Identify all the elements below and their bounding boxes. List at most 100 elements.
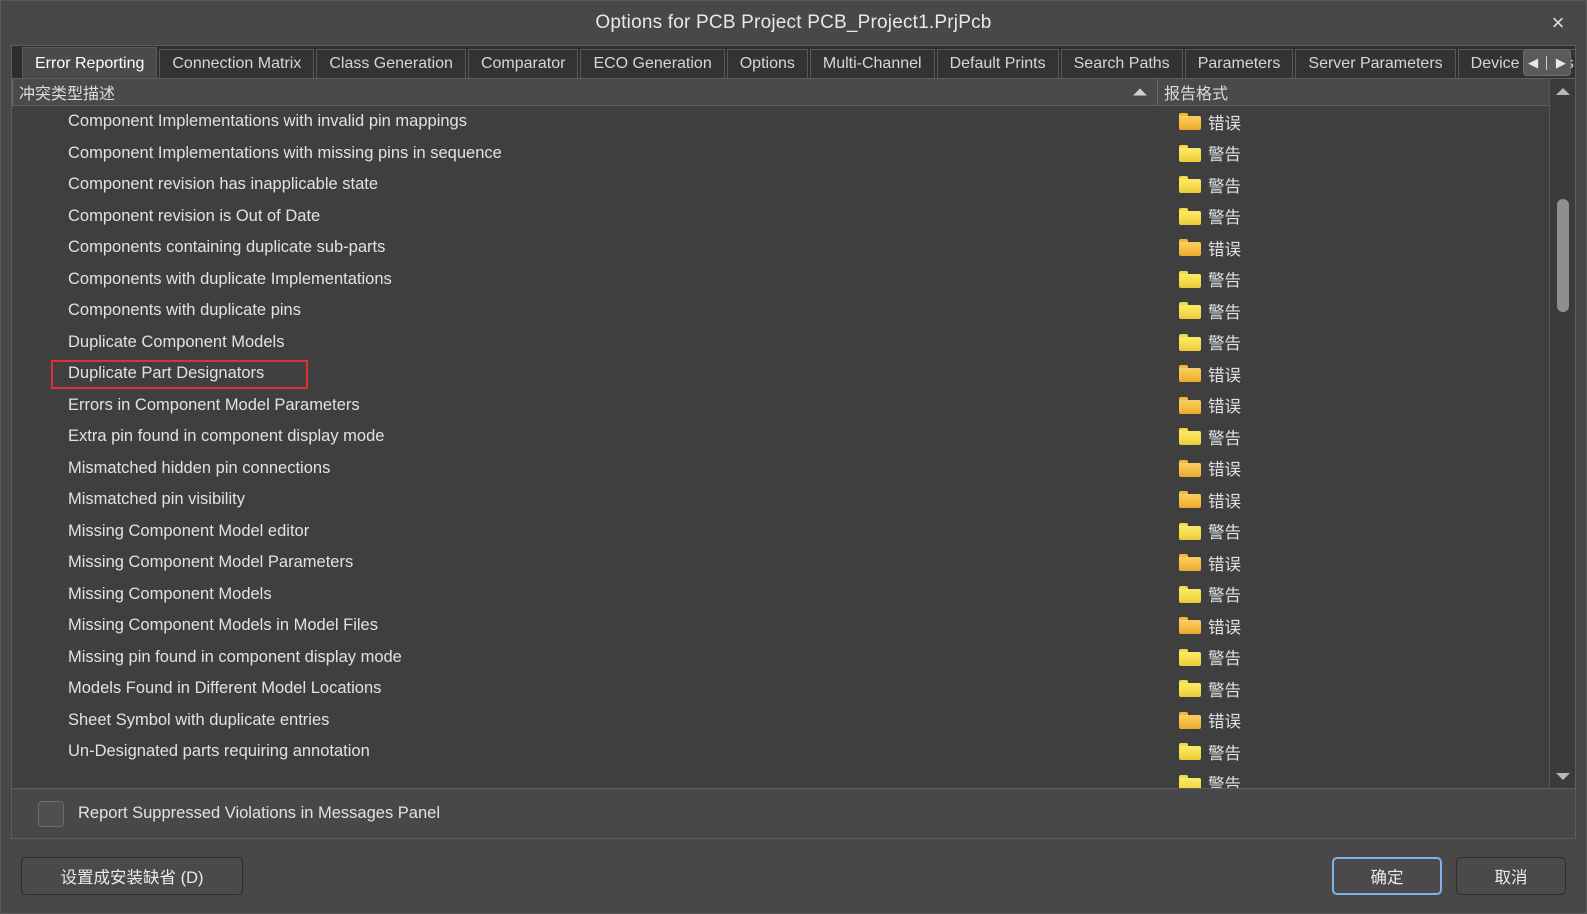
row-description: Component Implementations with invalid p… xyxy=(68,112,467,131)
folder-body xyxy=(1179,179,1201,194)
table-row[interactable]: Missing Component Models in Model Files 错… xyxy=(12,610,1549,642)
vertical-scrollbar[interactable] xyxy=(1549,79,1575,788)
ok-button[interactable]: 确定 xyxy=(1332,857,1442,895)
table-row[interactable]: Sheet Symbol with duplicate entries 错误 xyxy=(12,705,1549,737)
folder-icon xyxy=(1179,428,1201,446)
scroll-up-button[interactable] xyxy=(1550,79,1576,103)
table-row[interactable]: Components containing duplicate sub-part… xyxy=(12,232,1549,264)
row-format: 错误 xyxy=(1157,362,1549,386)
folder-body xyxy=(1179,431,1201,446)
table-row[interactable]: Components with duplicate pins 警告 xyxy=(12,295,1549,327)
tab-connection-matrix[interactable]: Connection Matrix xyxy=(159,49,315,78)
table-row[interactable]: 警告 xyxy=(12,768,1549,788)
set-install-defaults-button[interactable]: 设置成安装缺省 (D) xyxy=(21,857,243,895)
row-format: 错误 xyxy=(1157,488,1549,512)
row-description: Mismatched hidden pin connections xyxy=(68,458,331,477)
report-suppressed-checkbox[interactable] xyxy=(38,800,64,827)
row-format-label: 警告 xyxy=(1208,587,1241,606)
row-format: 警告 xyxy=(1157,740,1549,764)
folder-body xyxy=(1179,368,1201,383)
table-row[interactable]: Components with duplicate Implementation… xyxy=(12,264,1549,296)
row-format-label: 错误 xyxy=(1208,114,1241,133)
tab-options[interactable]: Options xyxy=(726,49,808,78)
table-row[interactable]: Mismatched hidden pin connections 错误 xyxy=(12,453,1549,485)
tab-scroll-right-icon[interactable]: ▶ xyxy=(1556,56,1566,69)
row-format-label: 警告 xyxy=(1208,429,1241,448)
grid-rows[interactable]: Component Implementations with invalid p… xyxy=(12,106,1549,788)
table-row[interactable]: Extra pin found in component display mod… xyxy=(12,421,1549,453)
table-row[interactable]: Missing Component Model editor 警告 xyxy=(12,516,1549,548)
scrollbar-thumb[interactable] xyxy=(1556,199,1569,312)
folder-body xyxy=(1179,620,1201,635)
folder-body xyxy=(1179,525,1201,540)
row-format: 警告 xyxy=(1157,299,1549,323)
tab-multi-channel[interactable]: Multi-Channel xyxy=(809,49,935,78)
scrollbar-track[interactable] xyxy=(1550,103,1576,764)
row-description: Component Implementations with missing p… xyxy=(68,143,502,162)
row-description: Component revision has inapplicable stat… xyxy=(68,175,379,194)
table-row[interactable]: Missing pin found in component display m… xyxy=(12,642,1549,674)
row-format: 警告 xyxy=(1157,771,1549,788)
table-row[interactable]: Component revision is Out of Date 警告 xyxy=(12,201,1549,233)
page-title: Options for PCB Project PCB_Project1.Prj… xyxy=(595,12,992,33)
row-description: Components with duplicate pins xyxy=(68,301,301,320)
tab-scroll-left-icon[interactable]: ◀ xyxy=(1528,56,1538,69)
tab-scroll-buttons[interactable]: ◀ ▶ xyxy=(1523,49,1571,76)
tab-eco-generation[interactable]: ECO Generation xyxy=(580,49,725,78)
tab-class-generation[interactable]: Class Generation xyxy=(316,49,466,78)
sort-ascending-icon xyxy=(1133,88,1147,96)
table-row[interactable]: Component Implementations with invalid p… xyxy=(12,106,1549,138)
options-dialog: Options for PCB Project PCB_Project1.Prj… xyxy=(0,0,1587,914)
table-row[interactable]: Duplicate Component Models 警告 xyxy=(12,327,1549,359)
column-header-description-label: 冲突类型描述 xyxy=(19,86,116,103)
row-description: Missing pin found in component display m… xyxy=(68,647,402,666)
row-format-label: 错误 xyxy=(1208,398,1241,417)
tab-comparator[interactable]: Comparator xyxy=(467,49,579,78)
column-header-description[interactable]: 冲突类型描述 xyxy=(12,78,1157,106)
row-format: 警告 xyxy=(1157,645,1549,669)
table-row[interactable]: Component Implementations with missing p… xyxy=(12,138,1549,170)
tab-default-prints[interactable]: Default Prints xyxy=(936,49,1059,78)
tab-search-paths[interactable]: Search Paths xyxy=(1060,49,1183,78)
table-row[interactable]: Un-Designated parts requiring annotation… xyxy=(12,736,1549,768)
row-format: 警告 xyxy=(1157,677,1549,701)
folder-icon xyxy=(1179,270,1201,288)
cancel-button[interactable]: 取消 xyxy=(1456,857,1566,895)
table-row[interactable]: Duplicate Part Designators 错误 xyxy=(12,358,1549,390)
table-row[interactable]: Missing Component Model Parameters 错误 xyxy=(12,547,1549,579)
column-header-format-label: 报告格式 xyxy=(1164,86,1229,103)
tab-server-parameters[interactable]: Server Parameters xyxy=(1295,49,1456,78)
folder-body xyxy=(1179,651,1201,666)
row-format-label: 错误 xyxy=(1208,366,1241,385)
table-row[interactable]: Component revision has inapplicable stat… xyxy=(12,169,1549,201)
folder-body xyxy=(1179,588,1201,603)
tab-bar: Error Reporting Connection Matrix Class Ge… xyxy=(12,46,1575,79)
row-description: Missing Component Model editor xyxy=(68,521,310,540)
folder-body xyxy=(1179,494,1201,509)
folder-icon xyxy=(1179,333,1201,351)
row-format: 错误 xyxy=(1157,393,1549,417)
scroll-down-button[interactable] xyxy=(1550,764,1576,788)
grid-header: 冲突类型描述 报告格式 xyxy=(12,78,1549,106)
table-row[interactable]: Errors in Component Model Parameters 错误 xyxy=(12,390,1549,422)
row-format-label: 警告 xyxy=(1208,303,1241,322)
table-row[interactable]: Missing Component Models 警告 xyxy=(12,579,1549,611)
folder-icon xyxy=(1179,302,1201,320)
row-description: Duplicate Part Designators xyxy=(68,364,265,383)
folder-body xyxy=(1179,746,1201,761)
tab-parameters[interactable]: Parameters xyxy=(1184,49,1294,78)
folder-icon xyxy=(1179,459,1201,477)
close-icon[interactable]: × xyxy=(1530,1,1586,45)
row-description: Mismatched pin visibility xyxy=(68,490,245,509)
tab-error-reporting[interactable]: Error Reporting xyxy=(22,47,158,78)
folder-body xyxy=(1179,116,1201,131)
row-format-label: 警告 xyxy=(1208,272,1241,291)
folder-icon xyxy=(1179,554,1201,572)
folder-body xyxy=(1179,399,1201,414)
row-description: Un-Designated parts requiring annotation xyxy=(68,742,370,761)
column-header-format[interactable]: 报告格式 xyxy=(1157,78,1549,106)
folder-body xyxy=(1179,462,1201,477)
table-row[interactable]: Mismatched pin visibility 错误 xyxy=(12,484,1549,516)
folder-icon xyxy=(1179,585,1201,603)
table-row[interactable]: Models Found in Different Model Location… xyxy=(12,673,1549,705)
